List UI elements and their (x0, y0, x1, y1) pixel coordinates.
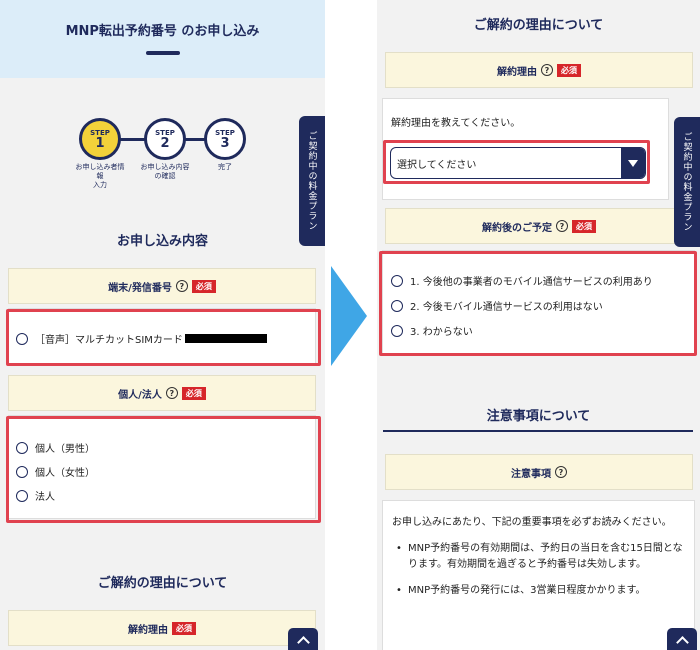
field-label: 解約理由 (128, 624, 168, 636)
plan-option-3[interactable]: 3. わからない (391, 323, 473, 338)
step-label-line: 入力 (93, 181, 107, 189)
radio-icon[interactable] (391, 324, 403, 337)
step-3-label: 完了 (218, 163, 232, 171)
notice-intro: お申し込みにあたり、下記の重要事項を必ずお読みください。 (392, 517, 672, 528)
field-label: 端末/発信番号 (108, 282, 172, 294)
dropdown-button[interactable] (621, 148, 645, 178)
option-label: 個人（男性） (35, 444, 95, 455)
step-1-circle: STEP 1 (79, 118, 121, 160)
field-label: 解約理由 (497, 66, 537, 78)
step-3-circle: STEP 3 (204, 118, 246, 160)
left-screen: MNP転出予約番号 のお申し込み STEP 1 お申し込み者情報入力 STEP … (0, 0, 325, 650)
option-label: 3. わからない (410, 327, 473, 338)
plan-field-header: 解約後のご予定 ? 必須 (385, 208, 693, 244)
required-badge: 必須 (191, 279, 216, 293)
section-title-application: お申し込み内容 (116, 234, 208, 249)
right-screen: ご解約の理由について 解約理由 ? 必須 解約理由を教えてください。 選択してく… (377, 0, 700, 650)
chevron-up-icon (675, 635, 689, 649)
option-label: ［音声］マルチカットSIMカード (35, 335, 183, 346)
title-underline (145, 51, 180, 55)
triangle-down-icon (628, 159, 638, 167)
plan-option-1[interactable]: 1. 今後他の事業者のモバイル通信サービスの利用あり (391, 273, 653, 288)
step-number: 3 (220, 135, 230, 151)
option-label: 1. 今後他の事業者のモバイル通信サービスの利用あり (410, 277, 653, 288)
reason-prompt: 解約理由を教えてください。 (391, 118, 521, 129)
field-label: 解約後のご予定 (482, 222, 552, 234)
section-title-reason: ご解約の理由について (473, 18, 604, 33)
person-option-female[interactable]: 個人（女性） (16, 464, 95, 479)
radio-icon[interactable] (16, 489, 28, 502)
section-underline (383, 430, 693, 432)
option-label: 2. 今後モバイル通信サービスの利用はない (410, 302, 603, 313)
radio-icon[interactable] (391, 299, 403, 312)
help-icon[interactable]: ? (541, 64, 553, 76)
radio-icon[interactable] (16, 332, 28, 345)
side-tab-label: ご契約中の料金プラン (681, 132, 692, 232)
help-icon[interactable]: ? (555, 466, 567, 478)
step-number: 1 (95, 135, 105, 151)
step-3: STEP 3 完了 (185, 118, 265, 172)
current-plan-tab[interactable]: ご契約中の料金プラン (674, 117, 700, 247)
redacted-number (184, 334, 267, 343)
arrow-right-icon (331, 266, 367, 366)
reason-field-header: 解約理由 ? 必須 (385, 52, 693, 88)
page-title: MNP転出予約番号 のお申し込み (65, 24, 260, 39)
section-title-reason: ご解約の理由について (97, 576, 228, 591)
current-plan-tab[interactable]: ご契約中の料金プラン (299, 116, 325, 246)
required-badge: 必須 (557, 63, 581, 77)
step-2-circle: STEP 2 (144, 118, 186, 160)
required-badge: 必須 (172, 621, 196, 635)
notice-field-header: 注意事項 ? (385, 454, 693, 490)
device-option[interactable]: ［音声］マルチカットSIMカード (16, 331, 267, 346)
help-icon[interactable]: ? (175, 280, 188, 292)
page-header: MNP転出予約番号 のお申し込み (0, 0, 325, 78)
person-field-header: 個人/法人 ? 必須 (8, 375, 316, 411)
section-title-notice: 注意事項について (486, 409, 591, 424)
person-option-male[interactable]: 個人（男性） (16, 440, 95, 455)
side-tab-label: ご契約中の料金プラン (306, 131, 317, 231)
notice-item: MNP予約番号の発行には、3営業日程度かかります。 (392, 583, 685, 599)
notice-item: MNP予約番号の有効期間は、予約日の当日を含む15日間となります。有効期間を過ぎ… (392, 541, 685, 573)
reason-field-header: 解約理由 必須 (8, 610, 316, 646)
plan-option-2[interactable]: 2. 今後モバイル通信サービスの利用はない (391, 298, 603, 313)
notice-box: お申し込みにあたり、下記の重要事項を必ずお読みください。 MNP予約番号の有効期… (382, 500, 695, 650)
required-badge: 必須 (572, 219, 596, 233)
notice-list: MNP予約番号の有効期間は、予約日の当日を含む15日間となります。有効期間を過ぎ… (392, 541, 685, 599)
help-icon[interactable]: ? (556, 220, 568, 232)
reason-select[interactable]: 選択してください (390, 147, 646, 179)
select-value: 選択してください (397, 159, 477, 171)
field-label: 個人/法人 (118, 389, 162, 401)
radio-icon[interactable] (391, 274, 403, 287)
radio-icon[interactable] (16, 441, 28, 454)
scroll-top-button[interactable] (288, 628, 318, 650)
device-field-header: 端末/発信番号 ? 必須 (8, 268, 316, 304)
option-label: 法人 (35, 492, 55, 503)
chevron-up-icon (296, 635, 310, 649)
step-label-line: の確認 (154, 172, 176, 180)
step-indicator: STEP 1 お申し込み者情報入力 STEP 2 お申し込み内容 の確認 STEP… (0, 118, 325, 198)
scroll-top-button[interactable] (667, 628, 697, 650)
help-icon[interactable]: ? (165, 387, 178, 399)
field-label: 注意事項 (511, 468, 551, 480)
option-label: 個人（女性） (35, 468, 95, 479)
radio-icon[interactable] (16, 465, 28, 478)
required-badge: 必須 (181, 386, 206, 400)
person-option-corporate[interactable]: 法人 (16, 488, 55, 503)
step-number: 2 (160, 135, 170, 151)
